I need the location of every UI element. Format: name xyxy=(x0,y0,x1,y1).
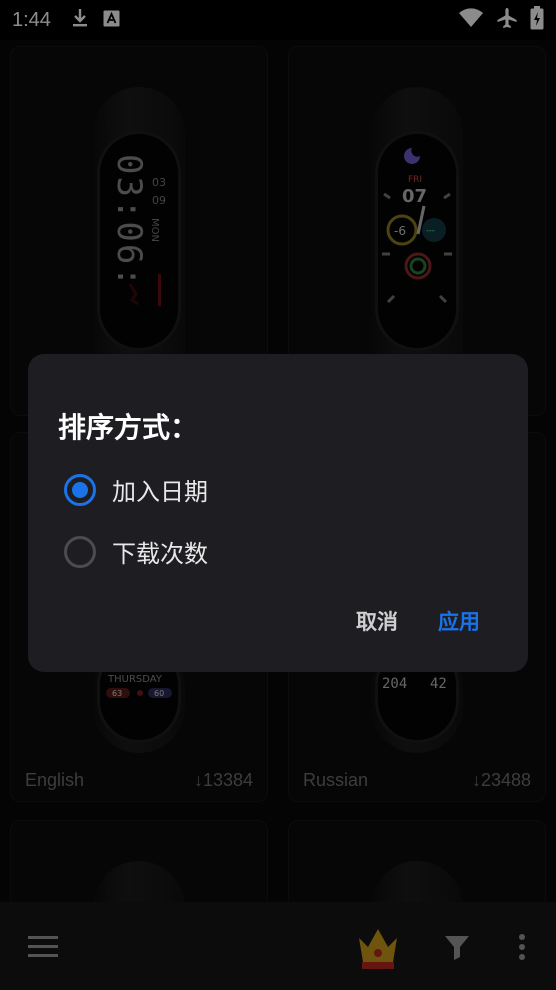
radio-unchecked-icon[interactable] xyxy=(64,535,96,568)
option-label: 加入日期 xyxy=(112,478,208,506)
sort-option-date-added[interactable]: 加入日期 xyxy=(64,472,208,507)
dialog-title: 排序方式： xyxy=(58,411,199,444)
option-label: 下载次数 xyxy=(112,540,208,568)
sort-option-downloads[interactable]: 下载次数 xyxy=(64,534,208,569)
sort-dialog: 排序方式： 加入日期 下载次数 取消 应用 xyxy=(28,354,528,672)
cancel-button[interactable]: 取消 xyxy=(356,606,398,636)
apply-button[interactable]: 应用 xyxy=(438,606,480,636)
radio-checked-icon[interactable] xyxy=(64,473,96,506)
